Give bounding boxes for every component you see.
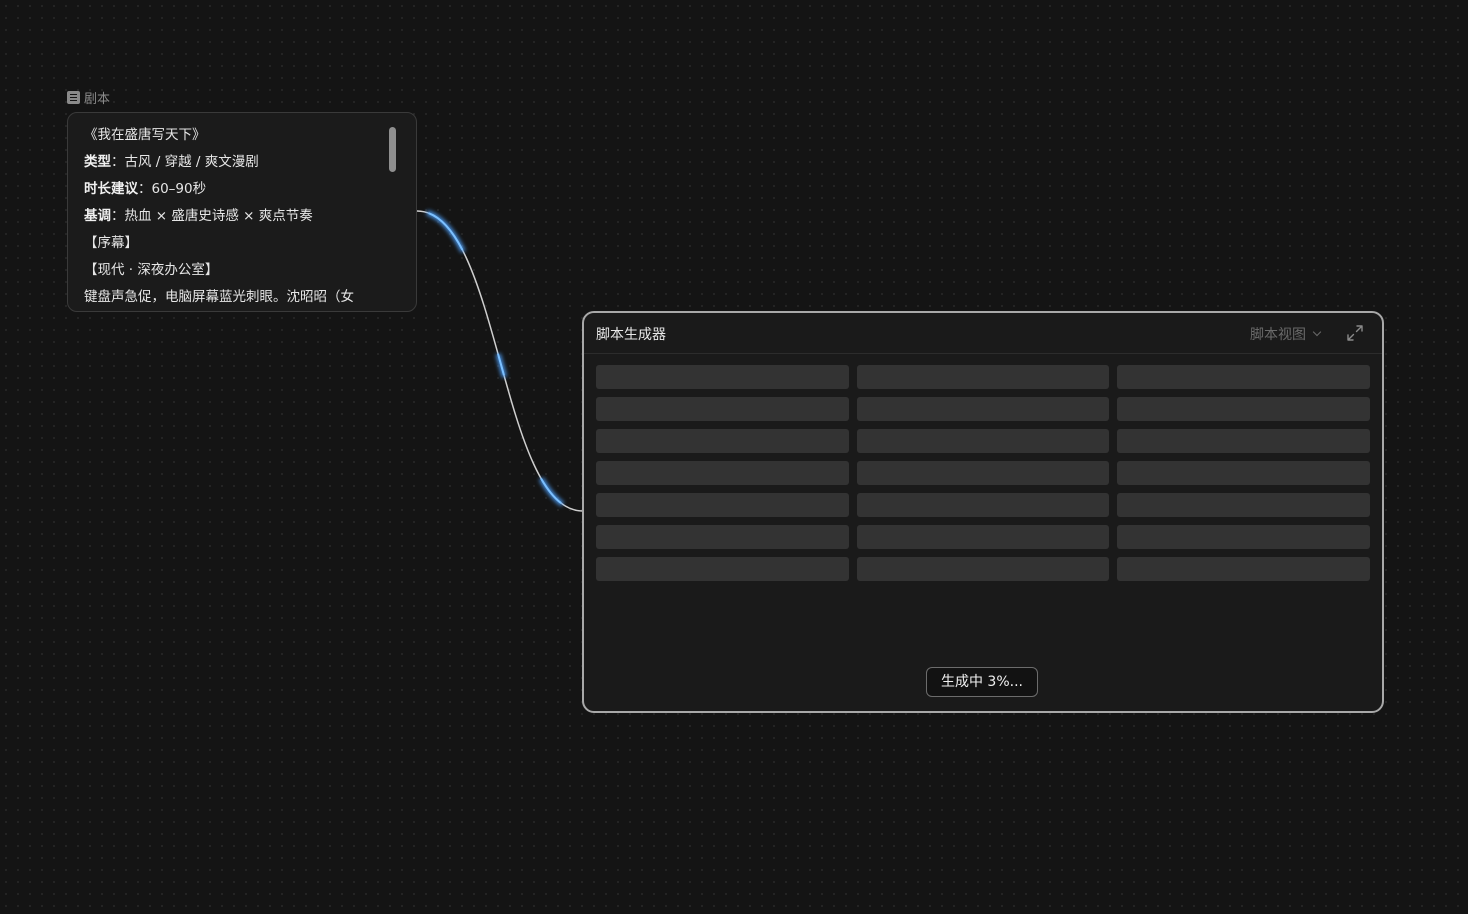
- skeleton-cell: [1117, 557, 1370, 581]
- skeleton-cell: [1117, 461, 1370, 485]
- script-line: 基调：热血 × 盛唐史诗感 × 爽点节奏: [84, 208, 313, 224]
- skeleton-cell: [856, 493, 1110, 517]
- skeleton-cell: [856, 525, 1110, 549]
- skeleton-cell: [596, 525, 849, 549]
- view-dropdown[interactable]: 脚本视图: [1250, 324, 1322, 344]
- skeleton-cell: [856, 429, 1110, 453]
- script-text[interactable]: 《我在盛唐写天下》 类型：古风 / 穿越 / 爽文漫剧 时长建议：60–90秒 …: [84, 125, 384, 311]
- document-icon: [67, 91, 80, 104]
- expand-icon[interactable]: [1346, 324, 1364, 342]
- script-generator-node[interactable]: 脚本生成器 脚本视图 生成中 3%...: [582, 311, 1384, 713]
- progress-status: 生成中 3%...: [926, 667, 1038, 697]
- skeleton-cell: [856, 461, 1110, 485]
- scrollbar-thumb[interactable]: [389, 127, 396, 172]
- skeleton-cell: [1117, 429, 1370, 453]
- skeleton-cell: [596, 365, 849, 389]
- skeleton-cell: [596, 429, 849, 453]
- script-node-title: 剧本: [84, 92, 111, 107]
- skeleton-cell: [1117, 397, 1370, 421]
- script-line: 键盘声急促，电脑屏幕蓝光刺眼。沈昭昭（女: [84, 289, 354, 305]
- loading-skeleton: [596, 365, 1370, 581]
- script-line: 《我在盛唐写天下》: [84, 127, 206, 143]
- skeleton-cell: [596, 461, 849, 485]
- chevron-down-icon: [1312, 327, 1322, 337]
- script-line: 类型：古风 / 穿越 / 爽文漫剧: [84, 154, 259, 170]
- skeleton-cell: [596, 397, 849, 421]
- skeleton-cell: [1117, 493, 1370, 517]
- generator-header: 脚本生成器 脚本视图: [584, 313, 1382, 354]
- generator-title: 脚本生成器: [596, 327, 666, 343]
- skeleton-cell: [1117, 365, 1370, 389]
- skeleton-cell: [856, 397, 1110, 421]
- workflow-canvas[interactable]: 剧本 《我在盛唐写天下》 类型：古风 / 穿越 / 爽文漫剧 时长建议：60–9…: [0, 0, 1468, 914]
- script-line: 【序幕】: [84, 235, 138, 251]
- script-line: 时长建议：60–90秒: [84, 181, 207, 197]
- view-dropdown-label: 脚本视图: [1250, 327, 1306, 343]
- skeleton-cell: [596, 493, 849, 517]
- skeleton-cell: [856, 557, 1110, 581]
- skeleton-cell: [596, 557, 849, 581]
- script-node[interactable]: 《我在盛唐写天下》 类型：古风 / 穿越 / 爽文漫剧 时长建议：60–90秒 …: [67, 112, 417, 312]
- script-node-label: 剧本: [67, 88, 110, 107]
- script-line: 【现代 · 深夜办公室】: [84, 262, 219, 278]
- skeleton-cell: [1117, 525, 1370, 549]
- skeleton-cell: [856, 365, 1110, 389]
